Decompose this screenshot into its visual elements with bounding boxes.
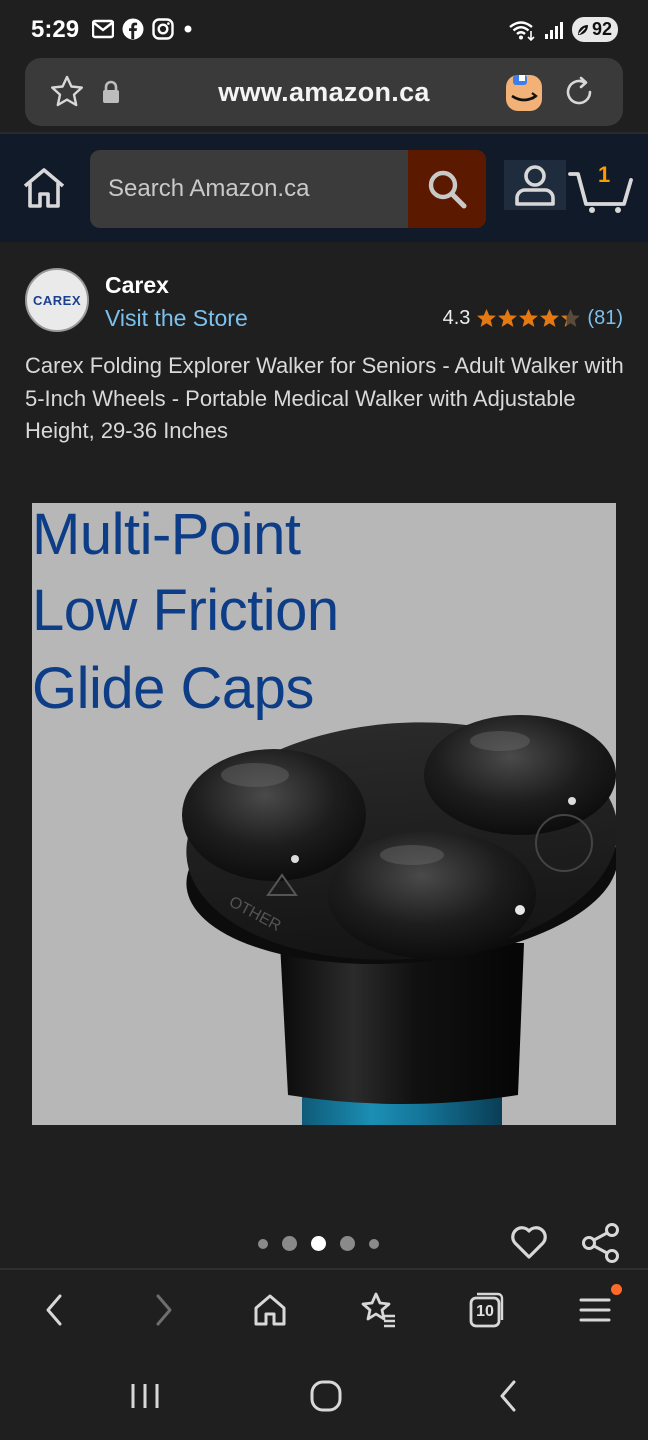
caption-line-1: Multi-Point [32, 503, 301, 567]
search-button[interactable] [408, 150, 486, 228]
carousel-dot[interactable] [282, 1236, 297, 1251]
star-icon [519, 309, 539, 327]
carousel-dot[interactable] [311, 1236, 326, 1251]
system-home-icon[interactable] [308, 1378, 344, 1414]
battery-level: 92 [591, 19, 612, 39]
mail-icon [92, 19, 114, 39]
user-icon [515, 165, 555, 206]
heart-icon[interactable] [509, 1222, 549, 1262]
review-count[interactable]: (81) [587, 307, 623, 330]
address-bar[interactable]: www.amazon.ca [25, 58, 623, 126]
instagram-icon [152, 18, 174, 40]
system-status-icons: 92 [508, 17, 618, 42]
battery-icon: 92 [571, 17, 618, 42]
tab-count: 10 [476, 1303, 494, 1320]
caption-line-3: Glide Caps [32, 656, 314, 721]
amazon-extension-icon[interactable] [503, 72, 545, 114]
amazon-header: 1 [0, 134, 648, 242]
status-time: 5:29 [31, 16, 80, 43]
rating-summary[interactable]: 4.3 (81) [443, 307, 623, 330]
wifi-icon [509, 20, 535, 41]
brand-name[interactable]: Carex [105, 272, 169, 299]
dot-icon [184, 25, 192, 33]
brand-logo-text: CAREX [32, 292, 81, 308]
system-navigation-bar [0, 1350, 648, 1440]
rating-stars [476, 308, 581, 329]
account-button[interactable] [504, 160, 566, 210]
caption-line-2: Low Friction [32, 578, 339, 643]
star-icon [561, 309, 581, 327]
browser-toolbar: 10 [0, 1270, 648, 1350]
star-icon [498, 309, 518, 327]
cart-button[interactable]: 1 [568, 160, 634, 214]
rating-value: 4.3 [442, 307, 471, 329]
cart-count: 1 [598, 162, 611, 187]
status-bar: 5:29 92 [0, 0, 648, 58]
search-icon [428, 170, 467, 209]
visit-store-link[interactable]: Visit the Store [105, 305, 248, 332]
notification-icons [92, 18, 194, 40]
forward-icon[interactable] [148, 1290, 180, 1330]
search-input[interactable] [90, 150, 408, 228]
signal-icon [544, 21, 563, 39]
carousel-dot[interactable] [258, 1238, 268, 1249]
tabs-button[interactable]: 10 [468, 1290, 504, 1330]
carousel-indicator[interactable] [258, 1236, 379, 1251]
brand-logo[interactable]: CAREX [25, 268, 89, 332]
share-icon[interactable] [580, 1222, 622, 1264]
product-title: Carex Folding Explorer Walker for Senior… [25, 353, 624, 443]
back-icon[interactable] [38, 1290, 70, 1330]
recent-apps-icon[interactable] [128, 1380, 162, 1412]
product-image[interactable]: OTHER Multi-Point Low Friction Glide Cap… [32, 503, 616, 1125]
carousel-dot[interactable] [340, 1236, 355, 1251]
star-icon [540, 309, 560, 327]
browser-home-icon[interactable] [252, 1290, 288, 1330]
carousel-dot[interactable] [369, 1238, 379, 1249]
home-icon[interactable] [20, 164, 68, 212]
bookmarks-icon[interactable] [358, 1290, 398, 1330]
system-back-icon[interactable] [494, 1378, 522, 1414]
star-icon [477, 309, 497, 327]
menu-icon[interactable] [578, 1290, 612, 1330]
reload-icon[interactable] [561, 74, 597, 110]
search-box[interactable] [90, 150, 486, 228]
menu-notification-dot [611, 1284, 622, 1295]
facebook-icon [122, 18, 144, 40]
